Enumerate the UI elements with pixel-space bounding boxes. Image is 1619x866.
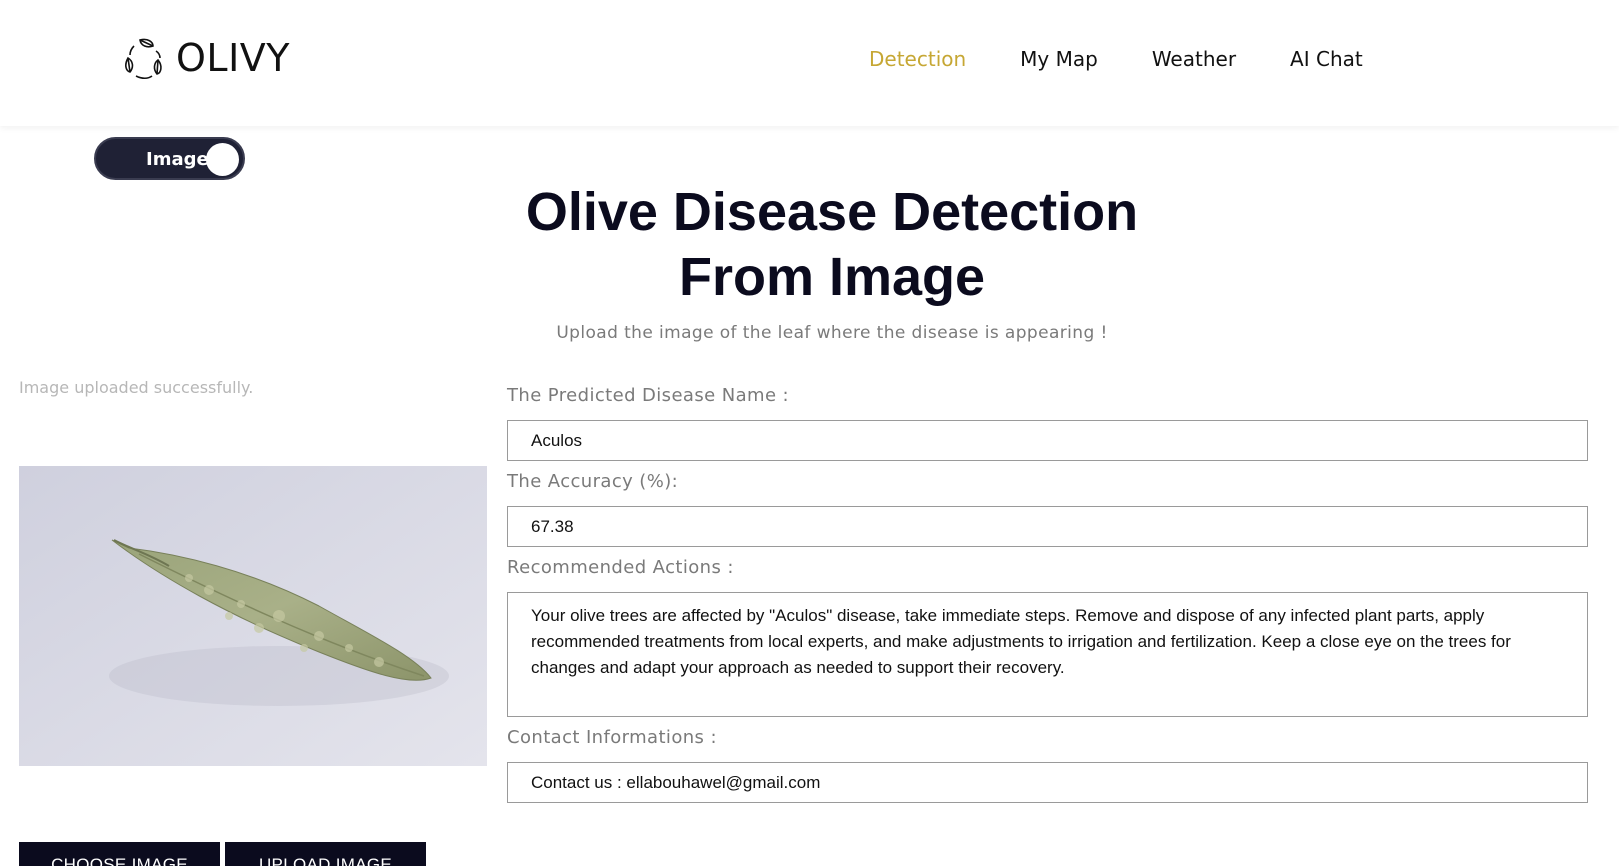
disease-name-field[interactable]: Aculos: [507, 420, 1588, 461]
upload-status: Image uploaded successfully.: [19, 378, 254, 397]
accuracy-field[interactable]: 67.38: [507, 506, 1588, 547]
recommended-actions-label: Recommended Actions :: [507, 557, 734, 578]
disease-name-label: The Predicted Disease Name :: [507, 385, 790, 406]
brand-logo[interactable]: OLIVY: [120, 34, 290, 82]
page-title-line1: Olive Disease Detection: [525, 182, 1139, 242]
uploaded-leaf-image: [19, 466, 487, 766]
page-subtitle: Upload the image of the leaf where the d…: [556, 323, 1108, 343]
recommended-actions-field[interactable]: Your olive trees are affected by "Aculos…: [507, 592, 1588, 717]
nav-item-ai-chat[interactable]: AI Chat: [1290, 47, 1363, 71]
choose-image-button[interactable]: CHOOSE IMAGE: [19, 842, 220, 866]
accuracy-label: The Accuracy (%):: [507, 471, 679, 492]
upload-image-button[interactable]: UPLOAD IMAGE: [225, 842, 426, 866]
toggle-knob: [206, 143, 239, 176]
nav-item-detection[interactable]: Detection: [869, 47, 966, 71]
top-header: OLIVY Detection My Map Weather AI Chat: [0, 0, 1619, 126]
contact-info-label: Contact Informations :: [507, 727, 717, 748]
main-nav: Detection My Map Weather AI Chat: [869, 47, 1417, 71]
brand-name: OLIVY: [176, 36, 290, 80]
contact-info-field[interactable]: Contact us : ellabouhawel@gmail.com: [507, 762, 1588, 803]
leaf-cycle-icon: [125, 38, 162, 80]
page-title-line2: From Image: [678, 247, 986, 307]
leaf-photo: [19, 466, 487, 766]
mode-toggle[interactable]: Image: [94, 137, 245, 180]
nav-item-my-map[interactable]: My Map: [1020, 47, 1098, 71]
mode-toggle-label: Image: [146, 149, 209, 170]
page-title: Olive Disease Detection From Image: [420, 180, 1244, 310]
nav-item-weather[interactable]: Weather: [1152, 47, 1236, 71]
